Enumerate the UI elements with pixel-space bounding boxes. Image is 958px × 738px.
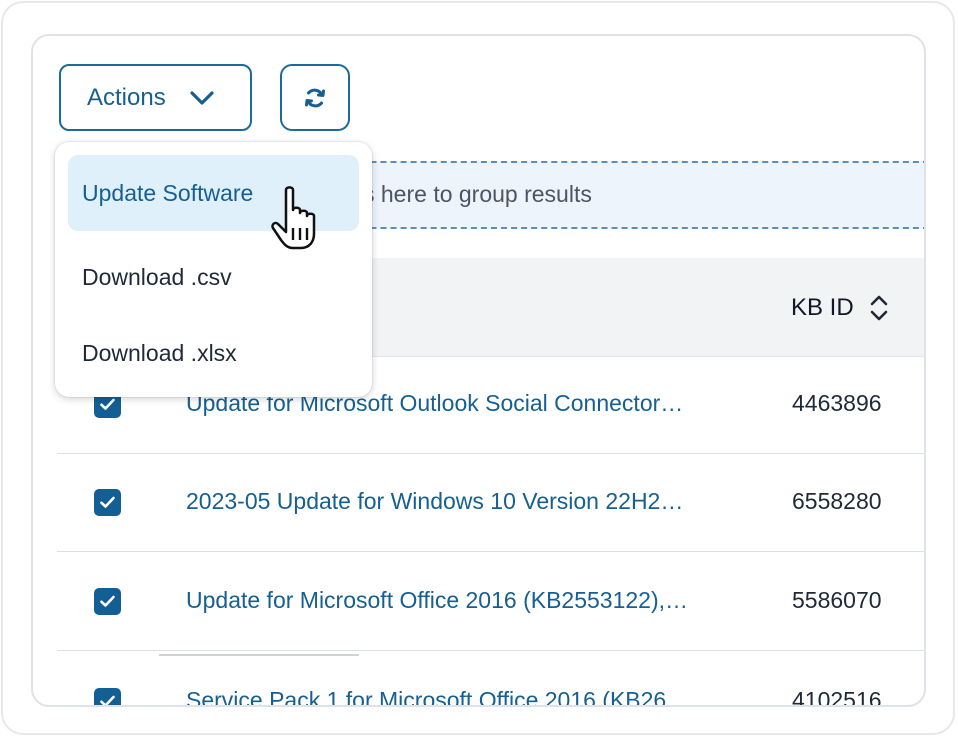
group-drop-zone-text: s here to group results xyxy=(363,181,592,207)
menu-item-download-xlsx[interactable]: Download .xlsx xyxy=(68,315,359,391)
actions-dropdown-menu: Update Software Download .csv Download .… xyxy=(55,142,372,397)
actions-label: Actions xyxy=(87,83,166,111)
kb-id-cell: 6558280 xyxy=(792,488,882,514)
sort-icon[interactable] xyxy=(868,294,890,322)
update-title-link[interactable]: 2023-05 Update for Windows 10 Version 22… xyxy=(186,488,736,515)
kb-id-cell: 4102516 xyxy=(792,687,882,707)
kb-id-column-header[interactable]: KB ID xyxy=(791,294,890,322)
kb-id-cell: 5586070 xyxy=(792,587,882,613)
table-row[interactable]: 2023-05 Update for Windows 10 Version 22… xyxy=(57,454,924,552)
refresh-icon xyxy=(305,88,325,107)
update-title-link[interactable]: Update for Microsoft Office 2016 (KB2553… xyxy=(186,587,736,614)
checkmark-icon xyxy=(100,595,115,607)
refresh-button[interactable] xyxy=(280,64,350,131)
checkmark-icon xyxy=(100,398,115,410)
row-checkbox[interactable] xyxy=(94,688,121,705)
row-checkbox[interactable] xyxy=(94,588,121,615)
checkmark-icon xyxy=(100,496,115,508)
hand-pointer-cursor-icon xyxy=(271,186,316,250)
table-row[interactable]: Service Pack 1 for Microsoft Office 2016… xyxy=(57,653,924,707)
kb-id-header-label: KB ID xyxy=(791,294,854,321)
row-checkbox[interactable] xyxy=(94,489,121,516)
table-row[interactable]: Update for Microsoft Office 2016 (KB2553… xyxy=(57,553,924,651)
checkmark-icon xyxy=(100,695,115,705)
actions-button[interactable]: Actions xyxy=(59,64,252,131)
update-title-link[interactable]: Service Pack 1 for Microsoft Office 2016… xyxy=(186,687,736,705)
kb-id-cell: 4463896 xyxy=(792,390,882,416)
chevron-down-icon xyxy=(190,90,214,105)
